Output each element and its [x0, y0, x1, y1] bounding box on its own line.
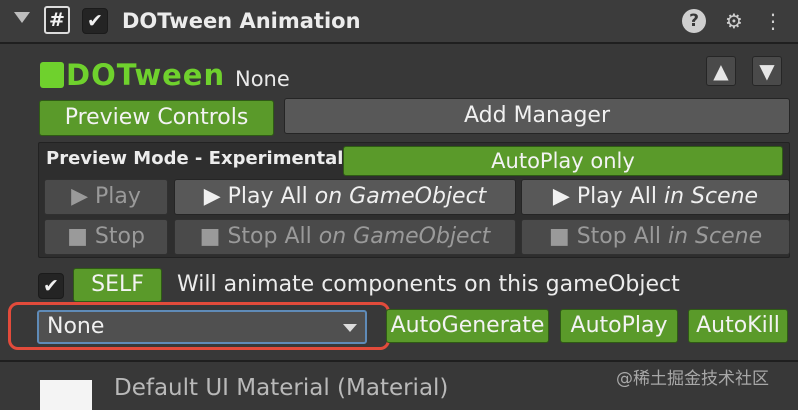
self-button[interactable]: SELF [73, 268, 162, 302]
add-manager-button[interactable]: Add Manager [284, 98, 790, 134]
stop-label: Stop [94, 224, 145, 249]
component-header [0, 0, 798, 42]
dotween-logo-badge-icon [40, 62, 64, 88]
play-all-scene-suffix: in Scene [663, 184, 759, 209]
play-all-scene-icon: ▶ [552, 184, 570, 209]
stop-all-icon: ■ [199, 224, 221, 249]
component-title: DOTween Animation [122, 9, 361, 33]
play-all-on-gameobject-button[interactable]: ▶ Play All on GameObject [174, 179, 516, 215]
auto-play-button[interactable]: AutoPlay [560, 309, 678, 343]
stop-all-suffix: on GameObject [318, 224, 491, 249]
play-all-icon: ▶ [203, 184, 221, 209]
stop-all-in-scene-button[interactable]: ■ Stop All in Scene [521, 219, 790, 255]
target-type-dropdown[interactable]: None [37, 310, 367, 344]
dotween-logo: DOTween [40, 58, 224, 92]
dropdown-value: None [47, 314, 105, 339]
play-all-scene-label: Play All [576, 184, 657, 209]
presets-icon[interactable]: ⚙ [721, 8, 747, 34]
play-label: Play [95, 184, 141, 209]
stop-all-label: Stop All [227, 224, 312, 249]
more-options-icon[interactable]: ⋮ [760, 8, 786, 34]
stop-all-scene-label: Stop All [576, 224, 661, 249]
play-all-suffix: on GameObject [314, 184, 487, 209]
help-icon[interactable]: ? [682, 9, 706, 33]
stop-all-scene-suffix: in Scene [667, 224, 763, 249]
foldout-arrow-icon[interactable] [14, 12, 30, 23]
watermark: @稀土掘金技术社区 [616, 369, 769, 389]
preview-mode-select[interactable]: AutoPlay only [343, 146, 783, 176]
stop-icon: ■ [67, 224, 88, 249]
dropdown-caret-icon [343, 324, 357, 332]
material-divider [0, 360, 798, 362]
auto-generate-button[interactable]: AutoGenerate [386, 309, 549, 343]
target-label: None [235, 67, 290, 91]
play-all-label: Play All [227, 184, 308, 209]
stop-button[interactable]: ■ Stop [44, 219, 168, 255]
dotween-logo-text: DOTween [66, 58, 226, 92]
material-thumbnail [40, 380, 92, 410]
script-hash-icon: # [44, 6, 70, 34]
self-checkbox[interactable]: ✔ [38, 273, 64, 299]
play-all-in-scene-button[interactable]: ▶ Play All in Scene [521, 179, 790, 215]
component-enabled-checkbox[interactable]: ✔ [82, 8, 108, 34]
material-label[interactable]: Default UI Material (Material) [114, 372, 448, 404]
header-divider [0, 42, 798, 44]
play-icon: ▶ [71, 184, 89, 209]
preview-controls-button[interactable]: Preview Controls [39, 100, 274, 136]
auto-kill-button[interactable]: AutoKill [688, 309, 788, 343]
self-description: Will animate components on this gameObje… [177, 272, 680, 297]
play-button[interactable]: ▶ Play [44, 179, 168, 215]
move-up-button[interactable]: ▲ [706, 56, 736, 86]
stop-all-scene-icon: ■ [548, 224, 570, 249]
move-down-button[interactable]: ▼ [752, 56, 782, 86]
preview-mode-label: Preview Mode - Experimental [46, 148, 344, 169]
stop-all-on-gameobject-button[interactable]: ■ Stop All on GameObject [174, 219, 516, 255]
